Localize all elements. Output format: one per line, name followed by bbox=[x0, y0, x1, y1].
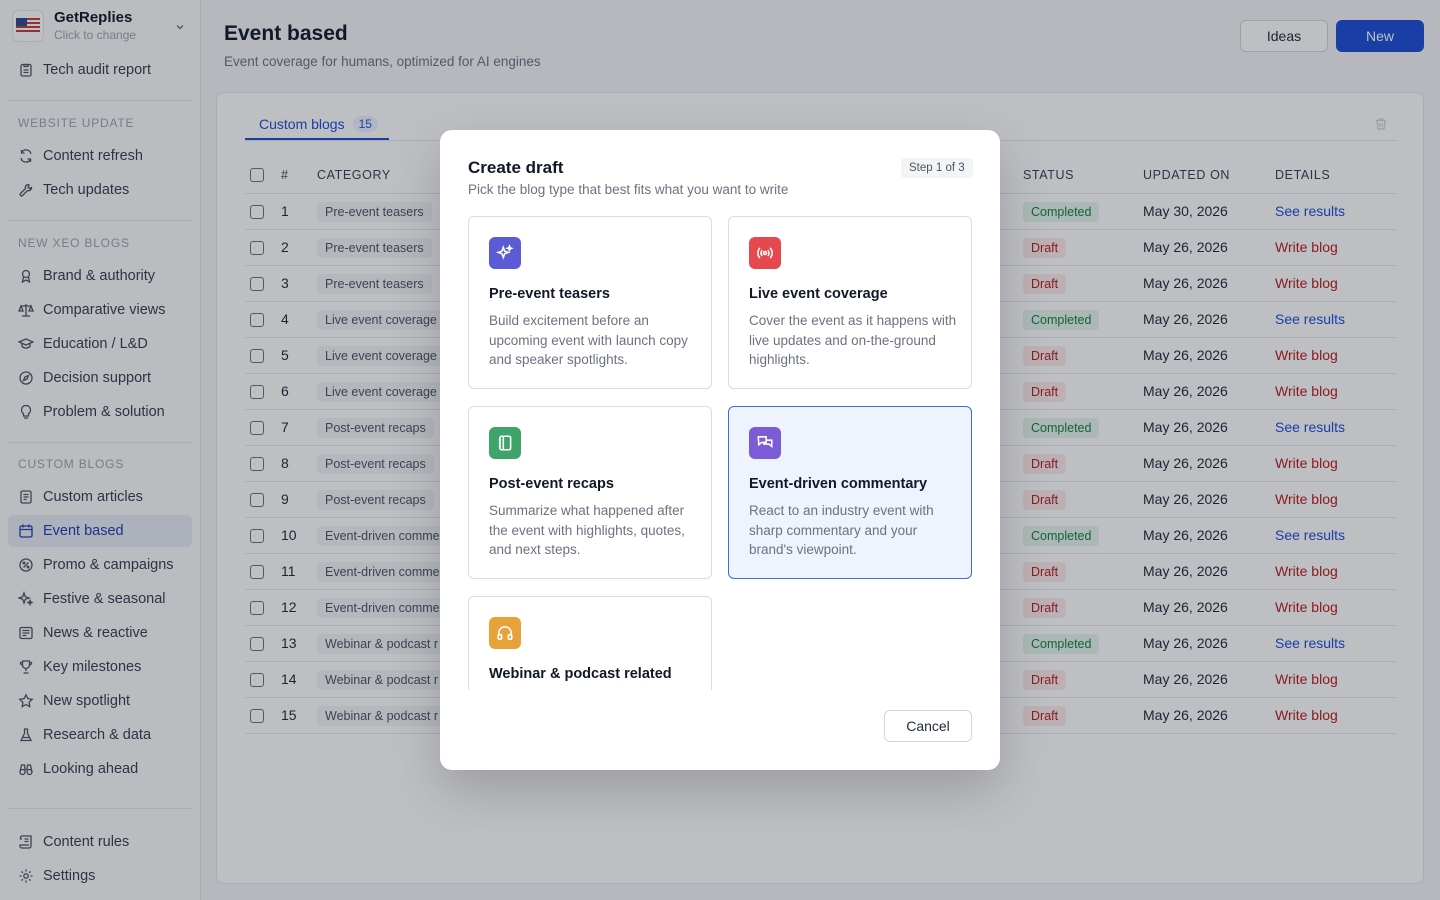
option-title: Webinar & podcast related bbox=[489, 666, 672, 682]
notebook-icon bbox=[489, 427, 521, 459]
cancel-button[interactable]: Cancel bbox=[884, 710, 972, 742]
step-badge: Step 1 of 3 bbox=[901, 158, 973, 178]
option-description: Cover the event as it happens with live … bbox=[749, 313, 957, 367]
option-title: Post-event recaps bbox=[489, 476, 614, 492]
create-draft-dialog: Create draft Pick the blog type that bes… bbox=[440, 130, 1000, 770]
option-title: Event-driven commentary bbox=[749, 476, 928, 492]
option-description: React to an industry event with sharp co… bbox=[749, 503, 934, 557]
headphones-icon bbox=[489, 617, 521, 649]
option-post-event-recaps[interactable]: Post-event recaps Summarize what happene… bbox=[468, 406, 712, 579]
dialog-title: Create draft bbox=[468, 158, 564, 177]
sparkles-icon bbox=[489, 237, 521, 269]
blog-type-options[interactable]: Pre-event teasers Build excitement befor… bbox=[468, 216, 972, 690]
option-title: Pre-event teasers bbox=[489, 286, 610, 302]
broadcast-icon bbox=[749, 237, 781, 269]
option-description: Summarize what happened after the event … bbox=[489, 503, 685, 557]
option-webinar-podcast-related[interactable]: Webinar & podcast related bbox=[468, 596, 712, 690]
option-pre-event-teasers[interactable]: Pre-event teasers Build excitement befor… bbox=[468, 216, 712, 389]
chat-bubbles-icon bbox=[749, 427, 781, 459]
option-title: Live event coverage bbox=[749, 286, 888, 302]
option-description: Build excitement before an upcoming even… bbox=[489, 313, 688, 367]
option-live-event-coverage[interactable]: Live event coverage Cover the event as i… bbox=[728, 216, 972, 389]
dialog-subtitle: Pick the blog type that best fits what y… bbox=[468, 182, 789, 197]
option-event-driven-commentary[interactable]: Event-driven commentary React to an indu… bbox=[728, 406, 972, 579]
